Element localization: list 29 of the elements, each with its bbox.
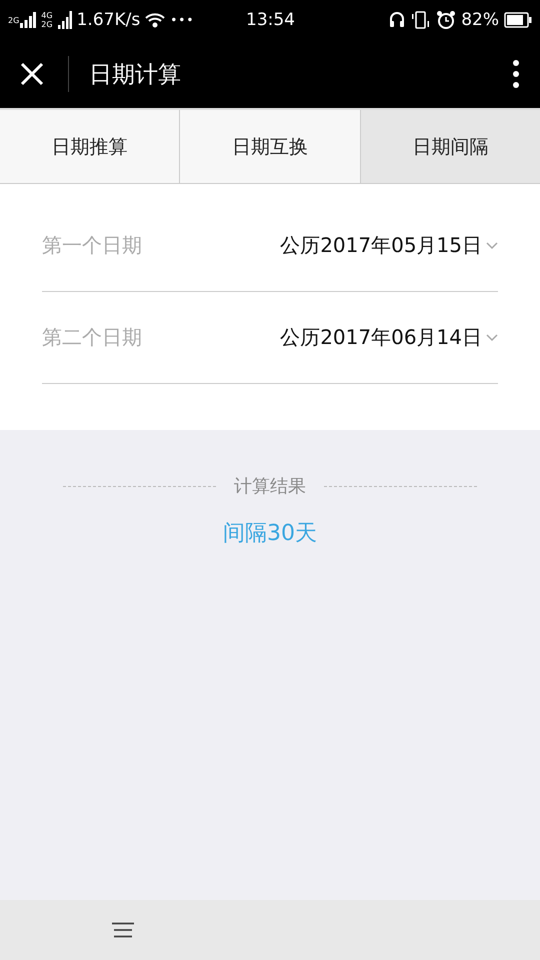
battery-icon	[504, 12, 532, 28]
network-label: 4G	[41, 11, 53, 20]
signal-icon	[58, 11, 72, 29]
date-picker[interactable]: 公历2017年06月14日	[280, 324, 498, 351]
chevron-down-icon	[486, 242, 498, 250]
result-heading: 计算结果	[234, 475, 306, 498]
close-button[interactable]	[20, 56, 69, 92]
more-notifications: •••	[170, 13, 194, 27]
network-label: 2G	[8, 16, 20, 25]
more-icon	[512, 59, 520, 89]
battery-percent: 82%	[461, 10, 499, 30]
clock: 13:54	[246, 10, 295, 30]
headset-icon	[388, 11, 406, 29]
phone-vibrate-icon	[411, 11, 432, 29]
network-label: 2G	[41, 20, 53, 29]
result-value: 间隔30天	[223, 520, 317, 548]
field-label: 第二个日期	[42, 324, 142, 351]
alarm-icon	[436, 10, 456, 30]
page-title: 日期计算	[89, 60, 182, 90]
more-menu-button[interactable]	[512, 59, 520, 89]
wifi-icon	[145, 12, 166, 28]
close-icon	[20, 62, 44, 86]
date-picker[interactable]: 公历2017年05月15日	[280, 232, 498, 259]
signal-icon	[20, 12, 36, 28]
field-label: 第一个日期	[42, 232, 142, 259]
menu-icon	[112, 922, 134, 938]
chevron-down-icon	[486, 334, 498, 342]
tab[interactable]: 日期间隔	[360, 110, 540, 183]
network-speed: 1.67K/s	[76, 10, 140, 30]
